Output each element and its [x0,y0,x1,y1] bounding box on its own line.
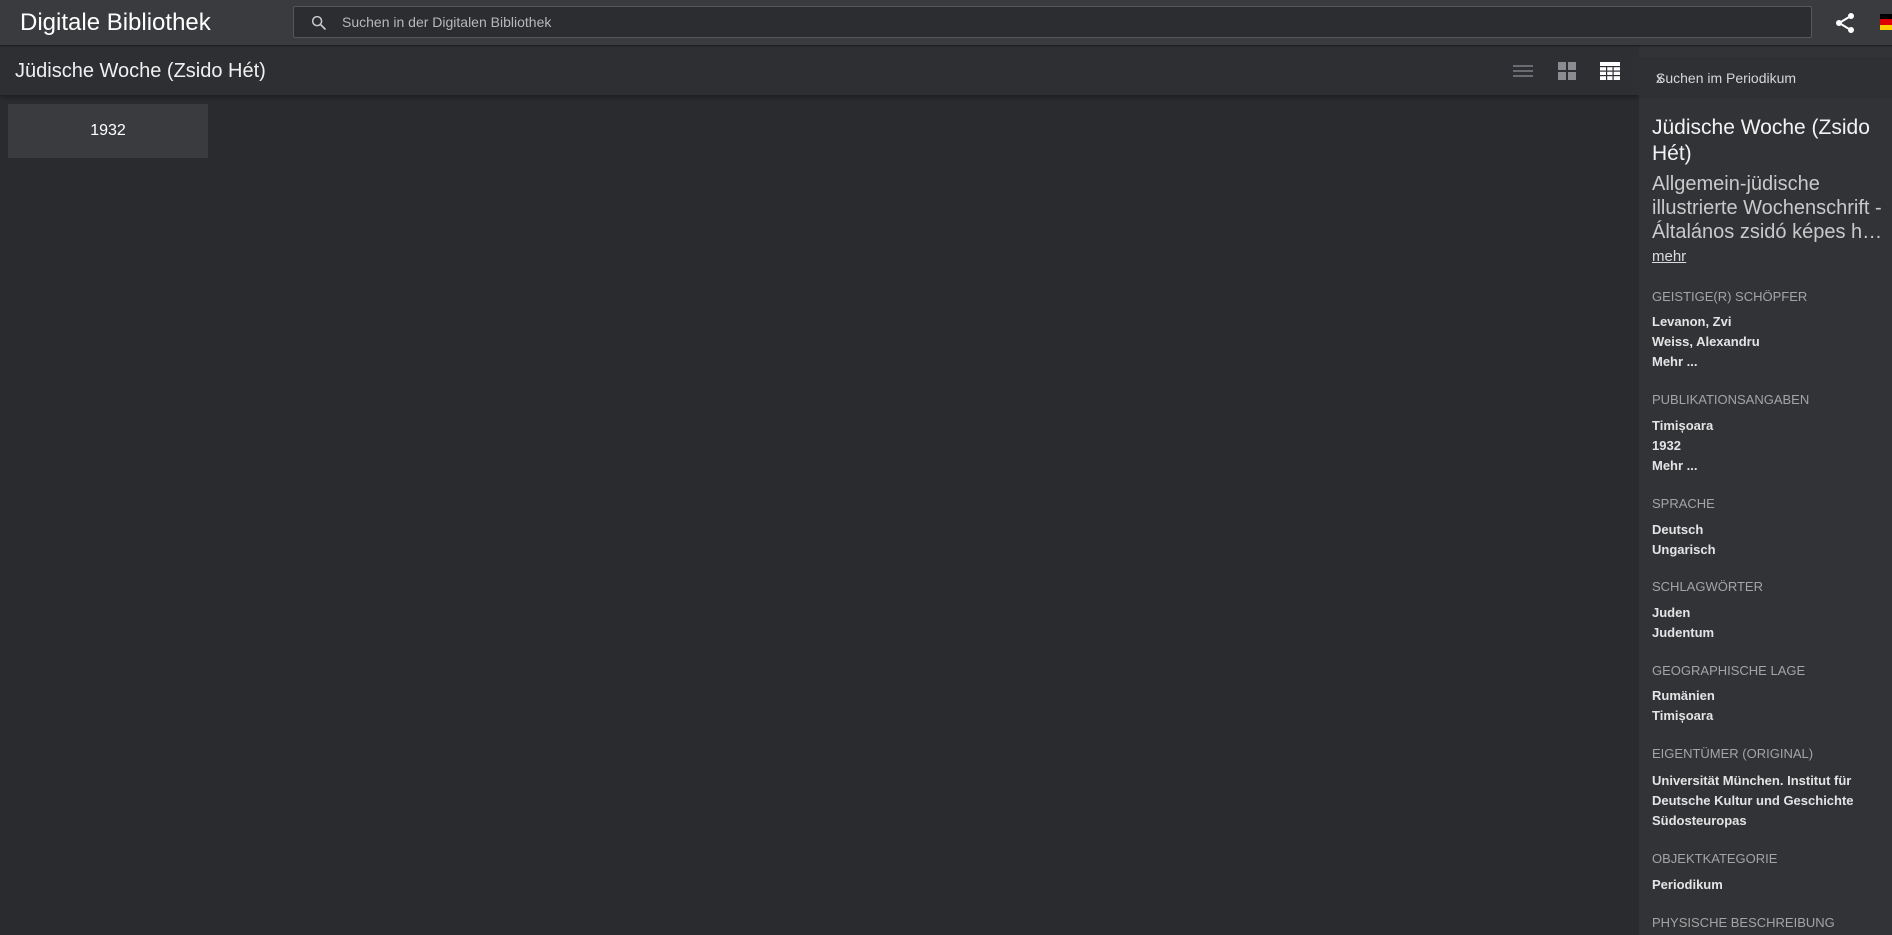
creator-value[interactable]: Levanon, Zvi [1652,314,1731,329]
grid-view-icon[interactable] [1555,60,1579,82]
section-heading-object-category: OBJEKTKATEGORIE [1652,851,1778,866]
language-value[interactable]: Deutsch [1652,522,1703,537]
sidebar-title: Jüdische Woche (Zsido Hét) [1652,116,1870,165]
content-header: Jüdische Woche (Zsido Hét) [0,47,1639,95]
share-icon[interactable] [1833,11,1857,35]
owner-value[interactable]: Deutsche Kultur und Geschichte [1652,793,1854,808]
year-tile-1932[interactable]: 1932 [8,104,208,158]
owner-value[interactable]: Südosteuropas [1652,813,1747,828]
subtitle-line: Általános zsidó képes he... [1652,221,1888,243]
creator-value[interactable]: Weiss, Alexandru [1652,334,1760,349]
top-bar: Digitale Bibliothek [0,0,1892,46]
main-content: Jüdische Woche (Zsido Hét) 1932 [0,47,1639,935]
section-heading-owner: EIGENTÜMER (ORIGINAL) [1652,746,1814,761]
search-icon [311,15,326,30]
search-box[interactable] [293,6,1812,38]
site-logo[interactable]: Digitale Bibliothek [20,9,211,37]
publication-more-link[interactable]: Mehr ... [1652,458,1698,473]
owner-value[interactable]: Universität München. Institut für [1652,773,1851,788]
list-view-icon[interactable] [1511,60,1535,82]
subtitle-line: Allgemein-jüdische [1652,173,1820,195]
flag-de-icon[interactable] [1880,14,1892,30]
periodical-search-field[interactable]: Suchen im Periodikum x [1639,57,1892,99]
section-heading-creators: GEISTIGE(R) SCHÖPFER [1652,289,1808,304]
table-view-icon[interactable] [1598,60,1622,82]
close-icon[interactable]: x [1656,70,1663,86]
section-heading-keywords: SCHLAGWÖRTER [1652,579,1763,594]
keyword-value[interactable]: Judentum [1652,625,1714,640]
subtitle-line: illustrierte Wochenschrift - [1652,197,1882,219]
periodical-search-label: Suchen im Periodikum [1656,70,1797,86]
section-heading-physical-description: PHYSISCHE BESCHREIBUNG [1652,915,1835,930]
metadata-sidebar: Suchen im Periodikum x Jüdische Woche (Z… [1639,47,1892,935]
section-heading-geography: GEOGRAPHISCHE LAGE [1652,663,1806,678]
sidebar-subtitle: Allgemein-jüdische illustrierte Wochensc… [1652,172,1888,244]
section-heading-publication: PUBLIKATIONSANGABEN [1652,392,1810,407]
language-value[interactable]: Ungarisch [1652,542,1716,557]
search-input[interactable] [342,7,1792,37]
geography-value[interactable]: Rumänien [1652,688,1715,703]
publication-value[interactable]: 1932 [1652,438,1681,453]
geography-value[interactable]: Timișoara [1652,708,1713,723]
publication-value[interactable]: Timișoara [1652,418,1713,433]
creators-more-link[interactable]: Mehr ... [1652,354,1698,369]
more-link[interactable]: mehr [1652,248,1686,265]
section-heading-language: SPRACHE [1652,496,1715,511]
keyword-value[interactable]: Juden [1652,605,1690,620]
object-category-value[interactable]: Periodikum [1652,877,1723,892]
page-title: Jüdische Woche (Zsido Hét) [15,60,266,82]
